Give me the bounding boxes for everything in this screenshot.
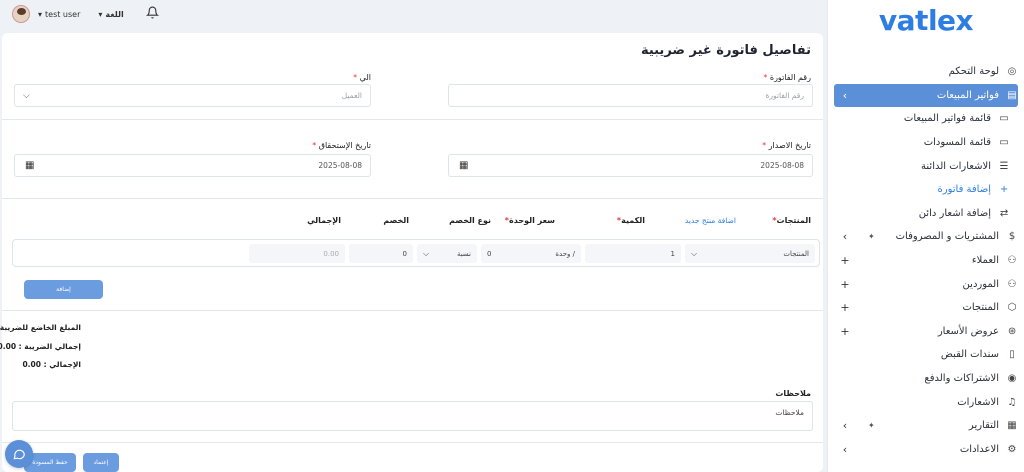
- invoice-number-input[interactable]: رقم الفاتورة: [448, 84, 813, 107]
- chevron-down-icon: ▾: [98, 9, 103, 19]
- discount-type-header: نوع الخصم: [449, 216, 491, 225]
- payment-icon: ◉: [1007, 373, 1017, 385]
- sidebar-item-customers[interactable]: ⚇ العملاء +: [828, 249, 1024, 273]
- language-label: اللغة: [105, 9, 124, 19]
- divider: [2, 442, 823, 443]
- sidebar-item-dashboard[interactable]: ◎ لوحة التحكم: [828, 60, 1024, 84]
- sparkle-icon: ✦: [868, 421, 875, 431]
- discount-type-select[interactable]: نسبة ⌵: [417, 244, 477, 263]
- to-label: الي *: [353, 73, 371, 82]
- total-header: الإجمالي: [307, 216, 341, 225]
- line-total: 0.00: [249, 244, 345, 263]
- discount-header: الخصم: [383, 216, 409, 225]
- sidebar-item-add-invoice[interactable]: + إضافة فاتورة: [828, 178, 1024, 202]
- dollar-icon: $: [1008, 231, 1016, 243]
- issue-date-label: تاريخ الاصدار *: [762, 141, 811, 150]
- file-icon: ▭: [999, 113, 1009, 125]
- customer-select[interactable]: العميل ⌵: [14, 84, 371, 107]
- chevron-down-icon: ⌵: [23, 90, 30, 101]
- products-header: المنتجات*: [772, 216, 811, 225]
- sidebar-nav: ◎ لوحة التحكم ▤ فواتير المبيعات › ▭ قائم…: [828, 60, 1024, 461]
- user-menu[interactable]: ▾ test user: [38, 10, 80, 19]
- due-date-label: تاريخ الإستحقاق *: [312, 141, 371, 150]
- quantity-header: الكمية*: [616, 216, 645, 225]
- add-new-product-link[interactable]: اضافة منتج جديد: [685, 216, 736, 225]
- sidebar: vatlex ◎ لوحة التحكم ▤ فواتير المبيعات ›…: [827, 0, 1024, 472]
- chevron-icon: ›: [842, 230, 848, 244]
- chevron-icon: ›: [842, 442, 848, 456]
- divider: [2, 198, 823, 199]
- sidebar-item-notifications[interactable]: ♫ الاشعارات: [828, 390, 1024, 414]
- notes-input[interactable]: ملاحظات: [12, 401, 813, 431]
- bell-icon: ♫: [1007, 396, 1017, 408]
- avatar[interactable]: [12, 5, 30, 23]
- due-date-input[interactable]: 2025-08-08 ▦: [14, 154, 371, 177]
- top-bar: ▾ test user ▾ اللغة: [0, 0, 827, 28]
- chevron-down-icon: ⌵: [691, 248, 698, 258]
- box-icon: ⬡: [1007, 302, 1017, 314]
- sidebar-item-add-credit-note[interactable]: ⇄ إضافة اشعار دائن: [828, 202, 1024, 226]
- quote-icon: ⊛: [1007, 325, 1017, 337]
- invoice-number-label: رقم الفاتورة *: [763, 73, 811, 82]
- sparkle-icon: ✦: [868, 232, 875, 242]
- chevron-icon: ›: [842, 88, 848, 102]
- sidebar-item-purchases-expenses[interactable]: $ المشتريات و المصروفات ✦ ›: [828, 225, 1024, 249]
- unit-price-header: سعر الوحدة*: [504, 216, 555, 225]
- chat-icon[interactable]: [5, 440, 33, 468]
- sidebar-item-suppliers[interactable]: ⚇ الموردين +: [828, 272, 1024, 296]
- bell-icon[interactable]: [145, 6, 159, 22]
- page-title: تفاصيل فاتورة غير ضريبية: [640, 43, 811, 58]
- quantity-input[interactable]: 1: [585, 244, 681, 263]
- users-icon: ⚇: [1007, 255, 1017, 267]
- calendar-icon: ▦: [459, 160, 469, 171]
- invoice-icon: ▤: [1007, 89, 1017, 101]
- sidebar-item-credit-notes[interactable]: ☰ الاشعارات الدائنة: [828, 154, 1024, 178]
- sidebar-item-receipts[interactable]: ▯ سندات القبض: [828, 343, 1024, 367]
- receipt-icon: ▯: [1009, 349, 1015, 361]
- notes-label: ملاحظات: [775, 389, 811, 398]
- user-name: test user: [45, 9, 81, 19]
- confirm-button[interactable]: إعتماد: [83, 453, 119, 472]
- logo: vatlex: [878, 4, 974, 37]
- invoice-form: تفاصيل فاتورة غير ضريبية رقم الفاتورة * …: [0, 33, 823, 472]
- calendar-icon: ▦: [25, 160, 35, 171]
- expand-plus-icon: +: [840, 277, 850, 291]
- sidebar-item-subscriptions[interactable]: ◉ الاشتراكات والدفع: [828, 367, 1024, 391]
- settings-icon: ⚙: [1007, 443, 1017, 455]
- tax-total: إجمالي الضريبة : 0.00: [0, 342, 81, 351]
- unit-price-input[interactable]: / وحدة 0: [481, 244, 581, 263]
- draft-icon: ▭: [999, 137, 1009, 149]
- taxable-amount: المبلغ الخاضع للضريبة : 0.00: [0, 323, 81, 332]
- sidebar-item-sales-invoices[interactable]: ▤ فواتير المبيعات ›: [834, 83, 1018, 108]
- chevron-down-icon: ⌵: [423, 248, 430, 258]
- report-icon: ▦: [1007, 420, 1017, 432]
- chevron-down-icon: ▾: [38, 9, 43, 19]
- plus-icon: +: [999, 184, 1009, 196]
- swap-icon: ⇄: [999, 207, 1009, 219]
- divider: [2, 310, 823, 311]
- expand-plus-icon: +: [840, 254, 850, 268]
- sidebar-item-products[interactable]: ⬡ المنتجات +: [828, 296, 1024, 320]
- sidebar-item-settings[interactable]: ⚙ الاعدادات ›: [828, 438, 1024, 462]
- expand-plus-icon: +: [840, 301, 850, 315]
- credit-note-icon: ☰: [999, 160, 1009, 172]
- grand-total: الإجمالي : 0.00: [22, 360, 81, 369]
- language-menu[interactable]: ▾ اللغة: [98, 10, 123, 19]
- sidebar-item-quotes[interactable]: ⊛ عروض الأسعار +: [828, 320, 1024, 344]
- add-row-button[interactable]: إضافة: [24, 280, 103, 299]
- issue-date-input[interactable]: 2025-08-08 ▦: [448, 154, 813, 177]
- suppliers-icon: ⚇: [1007, 278, 1017, 290]
- sidebar-item-reports[interactable]: ▦ التقارير ✦ ›: [828, 414, 1024, 438]
- expand-plus-icon: +: [840, 324, 850, 338]
- discount-input[interactable]: 0: [349, 244, 413, 263]
- product-row: المنتجات ⌵ 1 / وحدة 0 نسبة ⌵ 0 0.00: [12, 239, 820, 267]
- product-select[interactable]: المنتجات ⌵: [685, 244, 815, 263]
- chevron-icon: ›: [842, 419, 848, 433]
- sidebar-item-sales-invoice-list[interactable]: ▭ قائمة فواتير المبيعات: [828, 107, 1024, 131]
- sidebar-item-drafts[interactable]: ▭ قائمة المسودات: [828, 131, 1024, 155]
- dashboard-icon: ◎: [1007, 66, 1017, 78]
- divider: [2, 119, 823, 120]
